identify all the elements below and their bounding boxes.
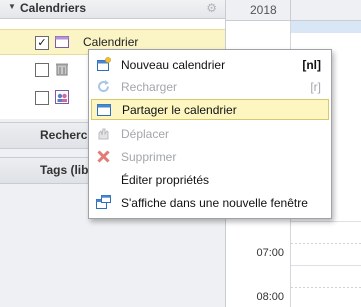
menu-item-reload[interactable]: Recharger [r] [91, 76, 329, 97]
menu-item-share-calendar[interactable]: Partager le calendrier [91, 99, 329, 120]
year-label: 2018 [250, 3, 277, 17]
time-label: 08:00 [256, 291, 284, 303]
menu-item-label: Recharger [121, 80, 178, 94]
trash-icon [55, 62, 69, 76]
menu-item-label: Déplacer [121, 127, 170, 141]
column-separator [290, 0, 291, 20]
menu-item-open-new-window[interactable]: S'affiche dans une nouvelle fenêtre [91, 192, 329, 213]
calendar-context-menu: Nouveau calendrier [nl] Recharger [r] Pa… [88, 49, 332, 219]
menu-item-shortcut: [nl] [302, 58, 321, 72]
year-header: 2018 [226, 0, 361, 21]
tags-section-title: Tags (lib [40, 163, 89, 177]
people-icon [55, 90, 69, 104]
calendars-header-title: Calendriers [20, 1, 87, 15]
time-label: 07:00 [256, 247, 284, 259]
half-hour-line [291, 287, 361, 288]
all-day-strip[interactable] [291, 21, 361, 33]
menu-item-label: Supprimer [121, 150, 177, 164]
share-calendar-icon [97, 102, 112, 117]
new-window-icon [96, 195, 111, 210]
calendars-header[interactable]: ▼ Calendriers ⚙ [0, 0, 225, 19]
gear-icon[interactable]: ⚙ [206, 1, 217, 15]
calendar-checkbox[interactable] [35, 91, 49, 105]
menu-item-new-calendar[interactable]: Nouveau calendrier [nl] [91, 54, 329, 75]
menu-item-label: S'affiche dans une nouvelle fenêtre [121, 196, 308, 210]
half-hour-line [291, 243, 361, 244]
menu-item-delete[interactable]: Supprimer [91, 146, 329, 167]
calendar-icon [55, 35, 69, 49]
collapse-arrow-icon[interactable]: ▼ [8, 2, 16, 11]
calendar-checkbox[interactable] [35, 63, 49, 77]
move-icon [96, 126, 111, 141]
menu-item-label: Partager le calendrier [122, 103, 237, 117]
hour-line [291, 265, 361, 266]
calendar-label: Calendrier [83, 35, 139, 49]
menu-item-shortcut: [r] [310, 80, 321, 94]
menu-item-edit-properties[interactable]: Éditer propriétés [91, 169, 329, 190]
delete-icon [96, 149, 111, 164]
reload-icon [96, 79, 111, 94]
menu-item-label: Nouveau calendrier [121, 58, 226, 72]
hour-line [291, 221, 361, 222]
menu-item-label: Éditer propriétés [121, 173, 210, 187]
menu-item-move[interactable]: Déplacer [91, 123, 329, 144]
new-calendar-icon [96, 57, 111, 72]
calendar-checkbox[interactable]: ✓ [35, 36, 49, 50]
